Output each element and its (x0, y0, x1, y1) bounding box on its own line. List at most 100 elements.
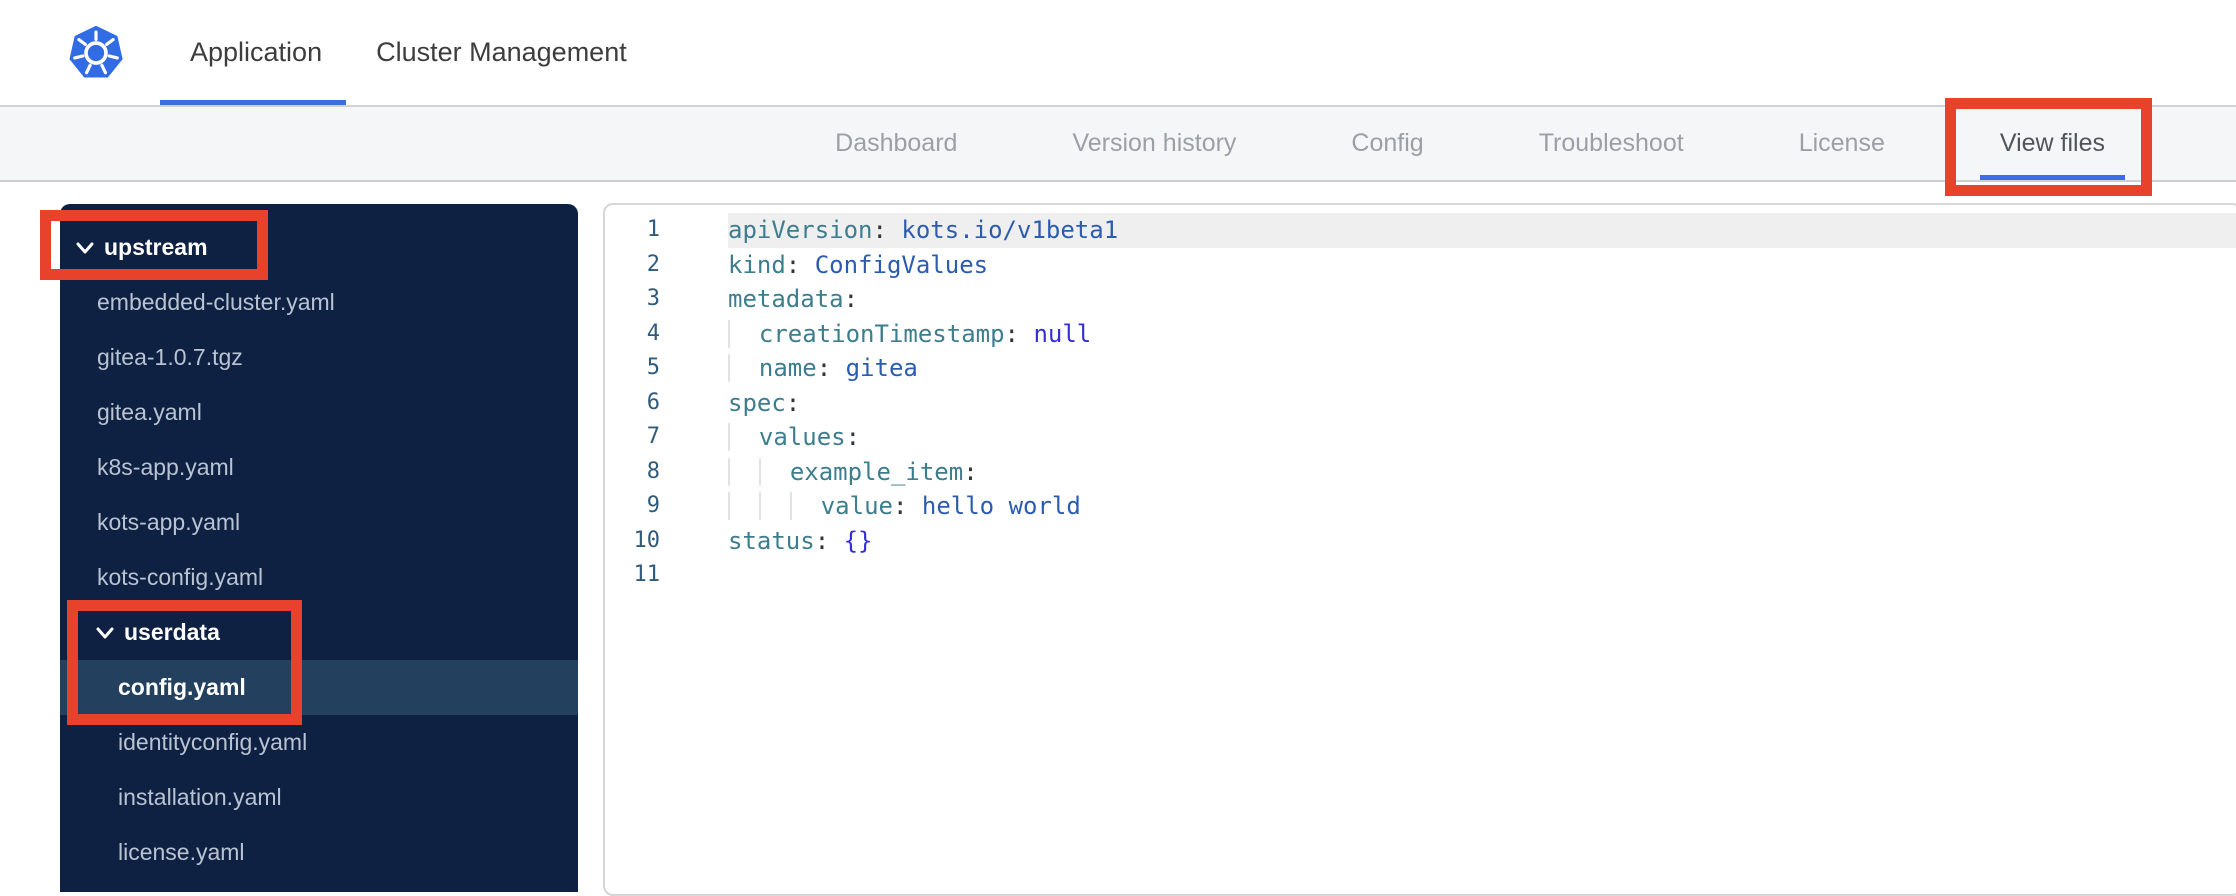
subnav-tab-label: License (1798, 129, 1885, 157)
indent-guide (758, 457, 790, 486)
code-line-content: values: (728, 420, 2236, 455)
top-navbar: Application Cluster Management (0, 0, 2236, 107)
line-number: 9 (646, 493, 660, 518)
token-operator: : (785, 250, 815, 279)
code-line-7[interactable]: 7 values: (605, 420, 2236, 455)
tree-item-label: config.yaml (118, 674, 246, 700)
code-line-3[interactable]: 3 metadata: (605, 282, 2236, 317)
subnav-tab-license[interactable]: License (1799, 107, 1885, 180)
tree-folder-userdata[interactable]: userdata (60, 605, 578, 660)
token-value: hello world (921, 492, 1081, 520)
token-key: spec (728, 388, 786, 417)
line-number: 7 (646, 424, 660, 449)
tree-item-label: kots-app.yaml (97, 509, 241, 535)
tree-item-label: k8s-app.yaml (97, 454, 234, 480)
token-value: gitea (845, 354, 918, 382)
line-number: 1 (646, 217, 660, 242)
code-line-11[interactable]: 11 (605, 558, 2236, 593)
token-operator: : (963, 457, 978, 486)
kubernetes-logo[interactable] (66, 23, 126, 83)
tree-item-label: identityconfig.yaml (118, 729, 308, 755)
chevron-down-icon[interactable] (75, 241, 95, 255)
token-operator: : (843, 285, 859, 313)
topbar-tab-label: Application (190, 37, 323, 67)
topbar-tabs: Application Cluster Management (126, 0, 627, 105)
code-line-10[interactable]: 10 status: {} (605, 524, 2236, 559)
line-number: 5 (646, 355, 660, 380)
tree-file-installation-yaml[interactable]: installation.yaml (60, 770, 578, 825)
chevron-down-icon[interactable] (95, 626, 115, 640)
token-key: creationTimestamp (758, 319, 1005, 348)
code-line-content: metadata: (728, 282, 2236, 317)
token-constant: null (1033, 319, 1092, 348)
tree-file-gitea-1-0-7-tgz[interactable]: gitea-1.0.7.tgz (60, 330, 578, 385)
code-line-2[interactable]: 2 kind: ConfigValues (605, 248, 2236, 283)
code-line-5[interactable]: 5 name: gitea (605, 351, 2236, 386)
tree-item-label: installation.yaml (118, 784, 282, 810)
indent-guide (789, 492, 821, 520)
tree-item-label: kots-config.yaml (97, 564, 264, 590)
code-line-4[interactable]: 4 creationTimestamp: null (605, 317, 2236, 352)
code-line-content: status: {} (728, 524, 2236, 559)
subnav-tab-view-files[interactable]: View files (1979, 107, 2125, 180)
code-line-9[interactable]: 9 value: hello world (605, 489, 2236, 524)
tree-file-gitea-yaml[interactable]: gitea.yaml (60, 385, 578, 440)
tree-file-embedded-cluster-yaml[interactable]: embedded-cluster.yaml (60, 275, 578, 330)
token-value: ConfigValues (814, 250, 989, 279)
code-line-content: apiVersion: kots.io/v1beta1 (728, 213, 2236, 248)
code-line-content: creationTimestamp: null (728, 317, 2236, 352)
active-tab-underline (160, 100, 347, 105)
token-constant: {} (843, 526, 873, 555)
topbar-tab-label: Cluster Management (376, 37, 627, 67)
tree-file-kots-config-yaml[interactable]: kots-config.yaml (60, 550, 578, 605)
subnav-tab-label: Config (1351, 129, 1424, 157)
tree-file-k8s-app-yaml[interactable]: k8s-app.yaml (60, 440, 578, 495)
tree-file-identityconfig-yaml[interactable]: identityconfig.yaml (60, 715, 578, 770)
code-line-8[interactable]: 8 example_item: (605, 455, 2236, 490)
code-line-content: name: gitea (728, 351, 2236, 386)
code-line-1[interactable]: 1 apiVersion: kots.io/v1beta1 (605, 213, 2236, 248)
token-key: values (758, 423, 846, 451)
yaml-code-viewer[interactable]: 1 apiVersion: kots.io/v1beta1 2 kind: Confi… (603, 203, 2236, 896)
token-operator: : (814, 526, 844, 555)
line-number: 2 (646, 251, 660, 277)
token-operator: : (785, 388, 801, 417)
indent-guide (728, 354, 759, 382)
line-number: 10 (633, 527, 661, 553)
code-line-content: spec: (728, 386, 2236, 421)
indent-guide (758, 492, 790, 520)
tree-folder-upstream[interactable]: upstream (60, 220, 578, 275)
tree-item-label: upstream (104, 234, 208, 260)
code-line-content: kind: ConfigValues (728, 248, 2236, 283)
line-number: 11 (633, 562, 661, 587)
token-operator: : (892, 492, 922, 520)
subnav-tab-troubleshoot[interactable]: Troubleshoot (1539, 107, 1684, 180)
subnav-tab-version-history[interactable]: Version history (1072, 107, 1236, 180)
code-line-content: value: hello world (728, 489, 2236, 524)
app-subnav: Dashboard Version history Config Troublesho… (0, 107, 2236, 182)
tree-file-license-yaml[interactable]: license.yaml (60, 825, 578, 880)
subnav-tab-label: Version history (1072, 129, 1237, 157)
tree-item-label: gitea-1.0.7.tgz (97, 344, 243, 370)
token-key: example_item (789, 457, 964, 486)
subnav-tab-label: View files (1999, 129, 2105, 157)
tree-item-label: gitea.yaml (97, 399, 202, 425)
subnav-tab-config[interactable]: Config (1351, 107, 1423, 180)
code-line-6[interactable]: 6 spec: (605, 386, 2236, 421)
token-operator: : (1004, 319, 1034, 348)
topbar-tab-cluster-management[interactable]: Cluster Management (376, 0, 627, 105)
token-key: value (820, 492, 893, 520)
topbar-tab-application[interactable]: Application (160, 0, 347, 105)
line-number: 4 (646, 320, 660, 346)
subnav-tab-dashboard[interactable]: Dashboard (835, 107, 957, 180)
line-number: 8 (646, 458, 660, 484)
file-tree-sidebar[interactable]: upstream embedded-cluster.yaml gitea-1.0.7… (60, 204, 578, 892)
tree-file-kots-app-yaml[interactable]: kots-app.yaml (60, 495, 578, 550)
token-value: kots.io/v1beta1 (901, 216, 1119, 244)
line-number: 6 (646, 389, 660, 415)
tree-file-config-yaml[interactable]: config.yaml (60, 660, 578, 715)
token-key: status (728, 526, 815, 555)
tree-item-label: embedded-cluster.yaml (97, 289, 335, 315)
token-key: kind (728, 250, 786, 279)
subnav-tab-label: Troubleshoot (1538, 129, 1684, 157)
